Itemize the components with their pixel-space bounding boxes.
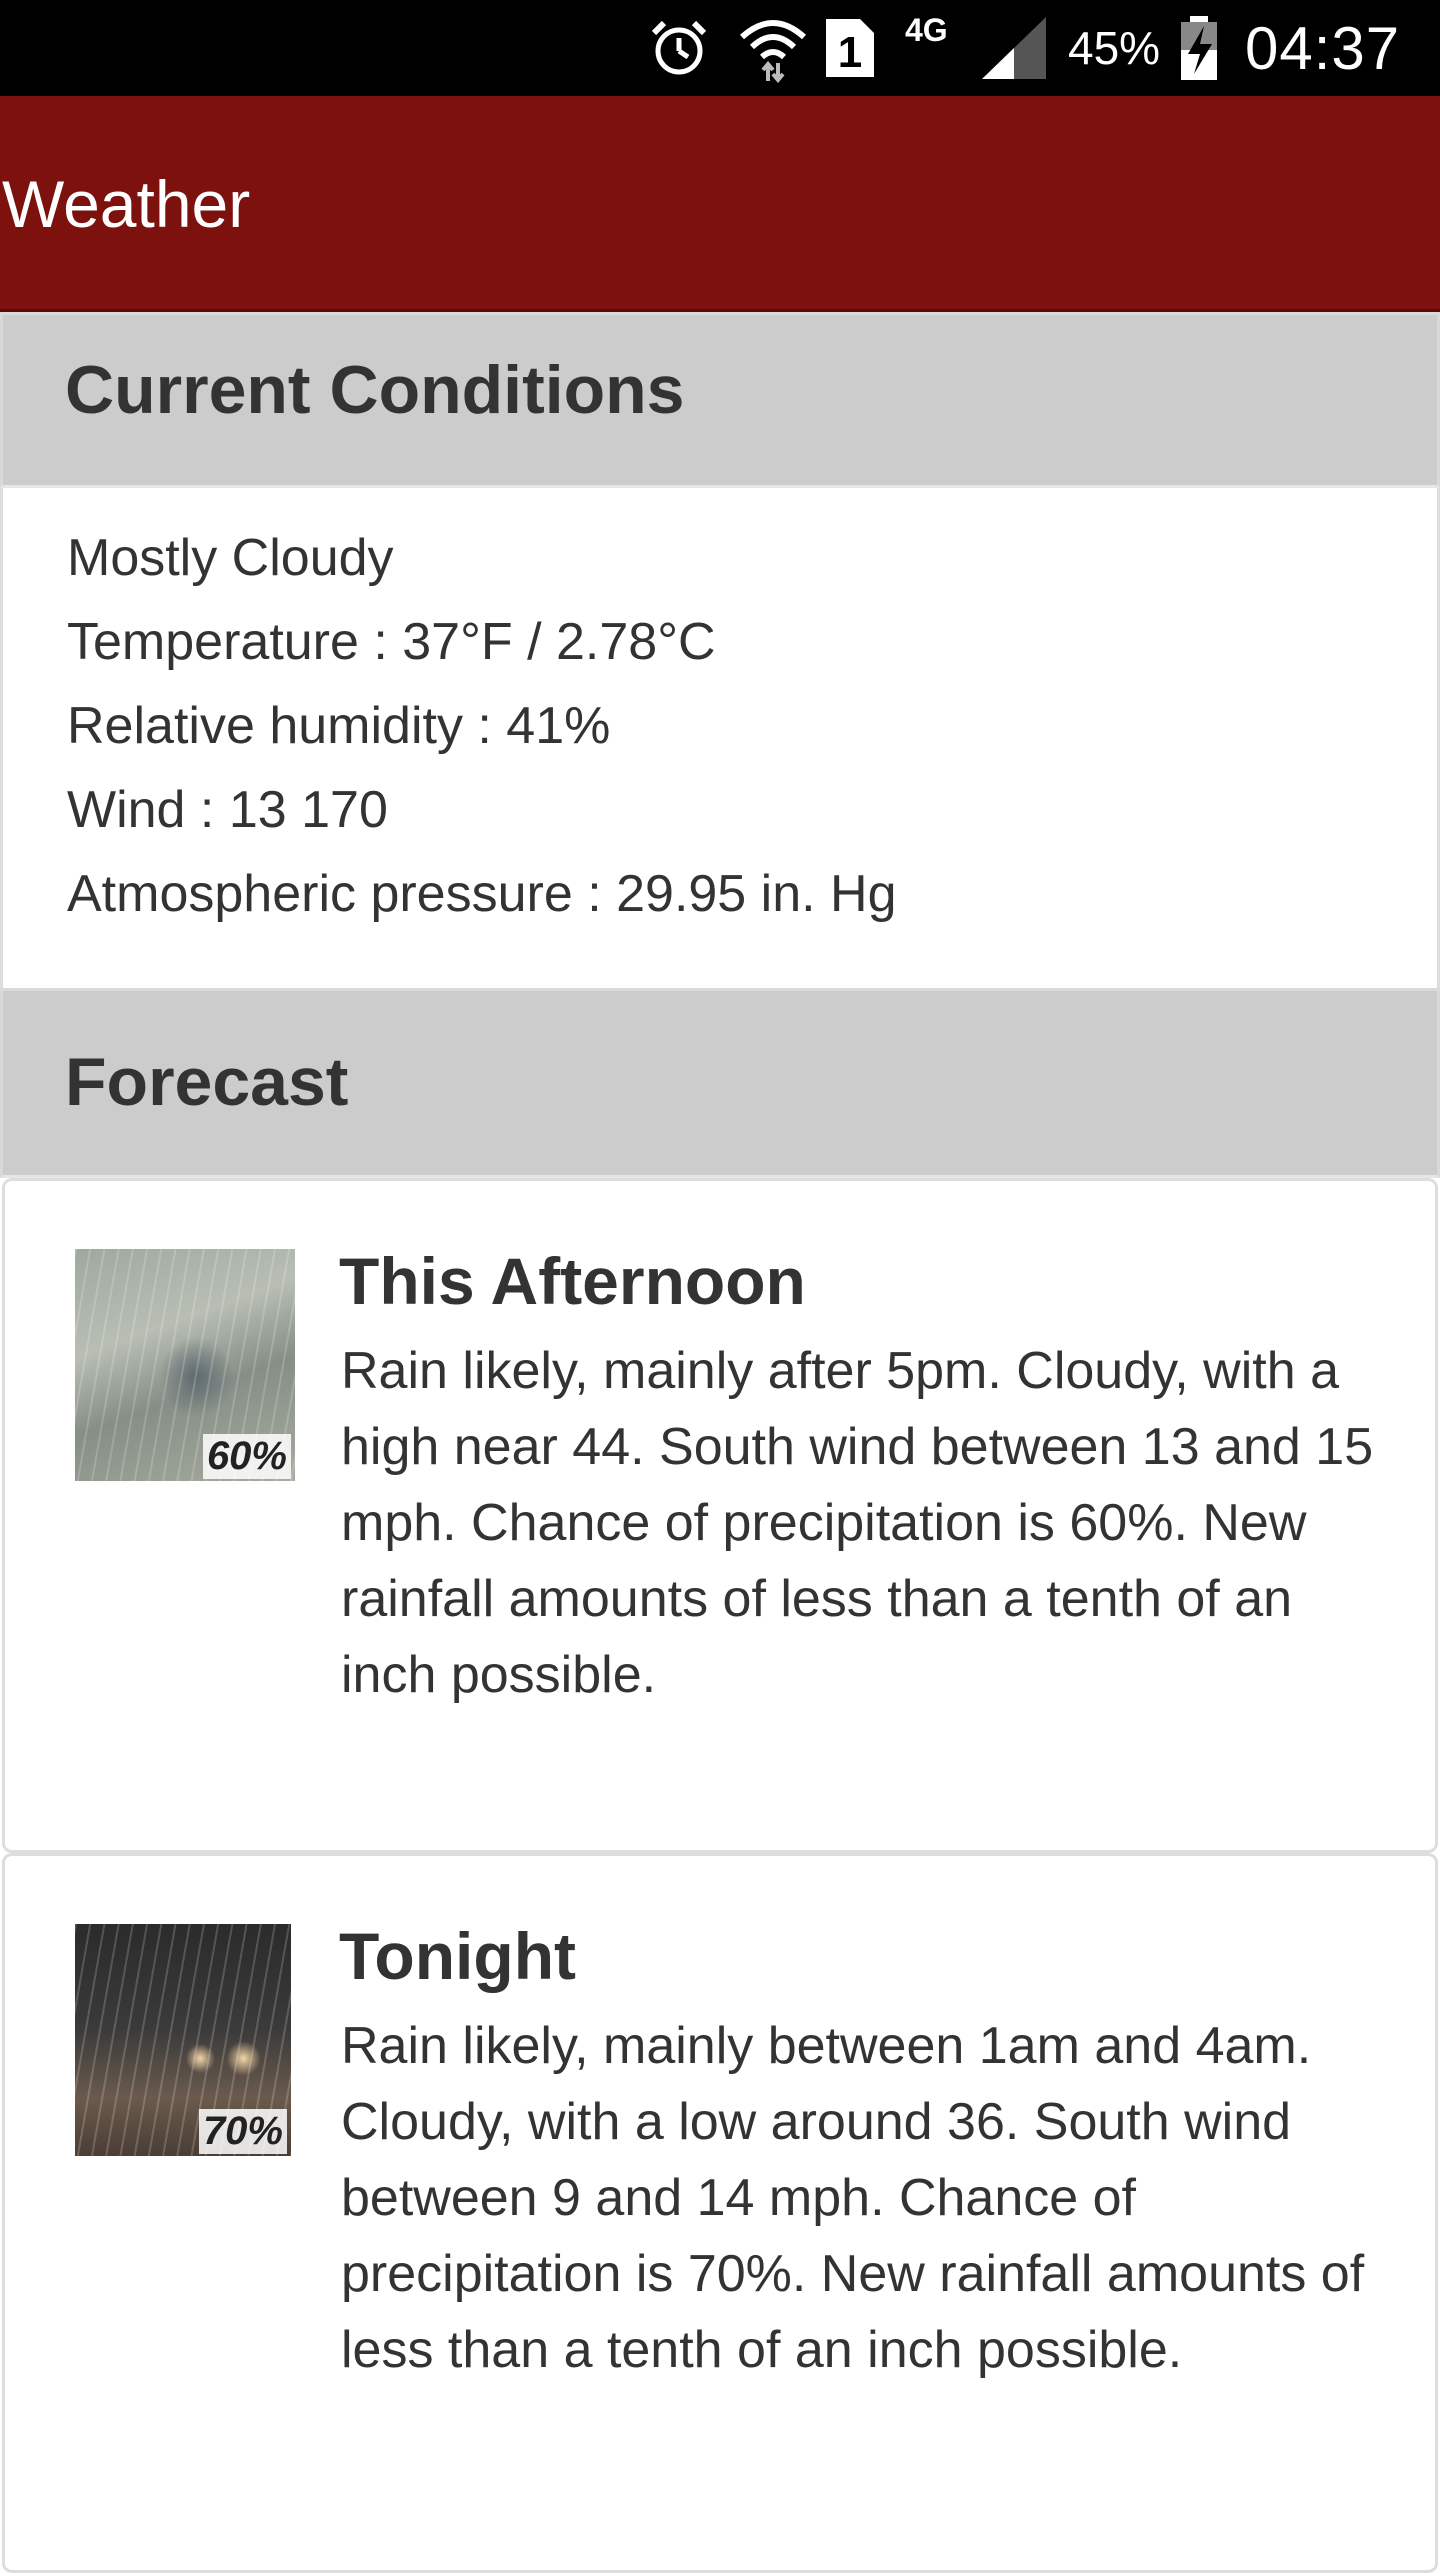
forecast-period-text: Rain likely, mainly after 5pm. Cloudy, w… [341, 1342, 1374, 1704]
wifi-icon [738, 0, 808, 96]
pressure-reading: Atmospheric pressure : 29.95 in. Hg [67, 865, 897, 923]
rain-night-image: 70% [75, 1924, 291, 2156]
battery-percent: 45% [1068, 22, 1161, 74]
clock: 04:37 [1245, 14, 1401, 82]
forecast-card[interactable]: 70% Tonight Rain likely, mainly between … [2, 1853, 1438, 2573]
wind-reading: Wind : 13 170 [67, 781, 388, 839]
forecast-header: Forecast [0, 988, 1440, 1178]
precip-percent-badge: 70% [198, 2109, 287, 2154]
app-title: Weather [2, 167, 251, 241]
forecast-period-name: Tonight [339, 1919, 576, 1993]
humidity-reading: Relative humidity : 41% [67, 697, 611, 755]
forecast-period-text: Rain likely, mainly between 1am and 4am.… [341, 2017, 1365, 2379]
app-bar: Weather [0, 96, 1440, 312]
current-conditions-header: Current Conditions [0, 312, 1440, 488]
forecast-title: Forecast [65, 1044, 349, 1120]
current-conditions-title: Current Conditions [65, 352, 685, 428]
status-bar: 1 4G 45% 04:37 [0, 0, 1440, 96]
current-conditions-panel: Mostly Cloudy Temperature : 37°F / 2.78°… [0, 488, 1440, 988]
temperature-reading: Temperature : 37°F / 2.78°C [67, 613, 716, 671]
rain-afternoon-image: 60% [75, 1249, 295, 1481]
condition-summary: Mostly Cloudy [67, 529, 394, 587]
battery-charging-icon [1178, 0, 1220, 96]
network-type-label: 4G [905, 11, 948, 48]
forecast-card[interactable]: 60% This Afternoon Rain likely, mainly a… [2, 1178, 1438, 1853]
forecast-period-name: This Afternoon [339, 1244, 806, 1318]
alarm-icon [648, 0, 710, 96]
signal-icon [980, 0, 1048, 96]
sim-icon: 1 [822, 0, 878, 96]
precip-percent-badge: 60% [202, 1434, 291, 1479]
sim-slot-label: 1 [838, 28, 862, 77]
